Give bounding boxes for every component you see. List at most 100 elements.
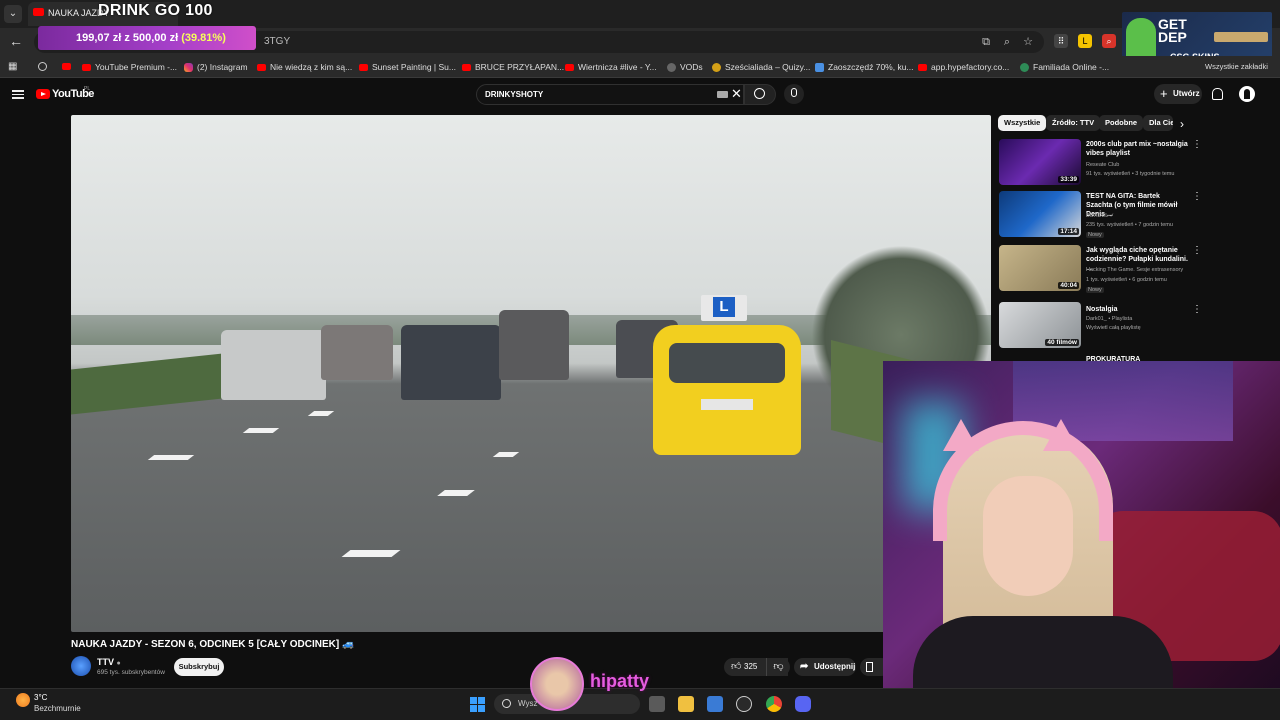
bookmark-item[interactable]: Wiertnicza #live - Y... xyxy=(565,60,657,74)
chip-source-ttv[interactable]: Źródło: TTV xyxy=(1046,115,1101,131)
extension-search-icon[interactable]: ⌕ xyxy=(1102,34,1116,48)
donation-separator: z xyxy=(124,32,130,44)
zoom-icon[interactable]: ⌕ xyxy=(1000,35,1014,49)
youtube-bookmark-icon[interactable] xyxy=(62,63,71,70)
dislike-button[interactable]: 👎︎ xyxy=(766,658,790,676)
recommendation-title[interactable]: Nostalgia xyxy=(1086,305,1188,314)
channel-name[interactable]: TTV ● xyxy=(97,657,121,667)
all-bookmarks-link[interactable]: Wszystkie zakładki xyxy=(1205,60,1268,74)
weather-temperature[interactable]: 3°C xyxy=(34,693,47,702)
donation-current: 199,07 zł xyxy=(76,32,122,44)
task-view-icon[interactable] xyxy=(649,696,665,712)
weather-description[interactable]: Bezchmurnie xyxy=(34,704,81,713)
chevron-right-icon[interactable]: › xyxy=(1180,117,1184,131)
windows-taskbar xyxy=(0,688,1280,720)
bookmark-item[interactable]: (2) Instagram xyxy=(184,60,248,74)
familiada-icon xyxy=(1020,63,1029,73)
bookmark-item[interactable]: Zaoszczędź 70%, ku... xyxy=(815,60,914,74)
recommendation-thumbnail[interactable]: 40 filmów xyxy=(999,302,1081,348)
lane-marking xyxy=(147,455,195,460)
bookmark-item[interactable]: Familiada Online -... xyxy=(1020,60,1109,74)
bookmark-item[interactable]: YouTube Premium -... xyxy=(82,60,177,74)
donation-goal: 500,00 zł xyxy=(132,32,179,44)
subscribe-button[interactable]: Subskrybuj xyxy=(174,658,224,676)
bookmark-item[interactable]: Sunset Painting | Su... xyxy=(359,60,456,74)
plus-icon: + xyxy=(1160,86,1168,101)
account-avatar[interactable] xyxy=(1239,86,1255,102)
url-text: 3TGY xyxy=(264,36,291,47)
lane-marking xyxy=(242,428,280,433)
donation-goal-bar: 199,07 zł z 500,00 zł (39.81%) xyxy=(38,26,256,50)
recommendation-thumbnail[interactable]: 17:14 xyxy=(999,191,1081,237)
chip-similar[interactable]: Podobne xyxy=(1099,115,1144,131)
back-arrow-icon[interactable]: ← xyxy=(8,33,24,49)
youtube-icon xyxy=(462,64,471,72)
install-app-icon[interactable]: ⧉ xyxy=(979,35,993,49)
recommendation-meta: 235 tys. wyświetleń • 7 godzin temu xyxy=(1086,222,1173,228)
file-explorer-icon[interactable] xyxy=(678,696,694,712)
youtube-icon xyxy=(918,64,927,72)
hamburger-menu-icon[interactable] xyxy=(12,88,24,100)
extension-l-icon[interactable]: L xyxy=(1078,34,1092,48)
thumbs-down-icon: 👎︎ xyxy=(773,661,784,672)
bookmark-item[interactable]: Sześcialiada – Quizy... xyxy=(712,60,810,74)
more-options-icon[interactable]: ⋮ xyxy=(1192,305,1202,315)
region-code: PL xyxy=(84,86,91,92)
keyboard-icon[interactable] xyxy=(717,91,728,98)
subscriber-count: 695 tys. subskrybentów xyxy=(97,669,165,676)
search-icon xyxy=(754,88,765,99)
extension-icon[interactable]: ⠿ xyxy=(1054,34,1068,48)
instagram-icon xyxy=(184,63,193,73)
youtube-icon xyxy=(257,64,266,72)
more-options-icon[interactable]: ⋮ xyxy=(1192,192,1202,202)
windows-start-icon[interactable] xyxy=(470,697,485,712)
more-options-icon[interactable]: ⋮ xyxy=(1192,140,1202,150)
bookmark-item[interactable]: BRUCE PRZYŁAPAN... xyxy=(462,60,564,74)
car-van xyxy=(499,310,569,380)
obs-icon[interactable] xyxy=(736,696,752,712)
lane-marking xyxy=(492,452,520,457)
recommendation-thumbnail[interactable]: 33:39 xyxy=(999,139,1081,185)
bookmark-star-icon[interactable]: ☆ xyxy=(1021,35,1035,49)
tab-search-button[interactable]: ⌄ xyxy=(4,5,22,23)
microphone-icon xyxy=(791,88,797,97)
youtube-icon xyxy=(33,8,44,16)
recommendation-channel[interactable]: Reseate Club xyxy=(1086,161,1119,169)
youtube-icon xyxy=(359,64,368,72)
channel-avatar[interactable] xyxy=(71,656,91,676)
recommendation-meta[interactable]: Wyświetl całą playlistę xyxy=(1086,324,1141,332)
recommendation-thumbnail[interactable]: 40:04 xyxy=(999,245,1081,291)
car-silver xyxy=(221,330,326,400)
car-rear-window xyxy=(669,343,785,383)
apps-grid-icon[interactable]: ▦ xyxy=(8,61,19,72)
clear-search-icon[interactable]: ✕ xyxy=(731,87,742,101)
youtube-icon xyxy=(565,64,574,72)
recommendation-title[interactable]: 2000s club part mix ~nostalgia vibes pla… xyxy=(1086,140,1188,158)
chip-all[interactable]: Wszystkie xyxy=(998,115,1047,131)
chrome-apps-icon[interactable] xyxy=(38,62,47,71)
weather-sun-icon[interactable] xyxy=(16,693,30,707)
bookmark-item[interactable]: Nie wiedzą z kim są... xyxy=(257,60,352,74)
bookmark-item[interactable]: app.hypefactory.co... xyxy=(918,60,1009,74)
more-options-icon[interactable]: ⋮ xyxy=(1192,246,1202,256)
share-button[interactable]: ➦ Udostępnij xyxy=(794,658,856,676)
recommendation-meta: 1 tys. wyświetleń • 6 godzin temu xyxy=(1086,277,1167,283)
store-icon[interactable] xyxy=(707,696,723,712)
search-input[interactable]: DRINKYSHOTY xyxy=(476,84,744,105)
lane-marking xyxy=(341,550,401,557)
recommendation-channel[interactable]: BOXDEL ✓ xyxy=(1086,212,1114,220)
youtube-logo-icon[interactable] xyxy=(36,89,50,99)
create-button[interactable]: + Utwórz xyxy=(1154,84,1202,104)
notifications-bell-icon[interactable] xyxy=(1212,88,1223,100)
chrome-icon[interactable] xyxy=(766,696,782,712)
licence-plate xyxy=(701,399,753,410)
car-grey xyxy=(321,325,393,380)
thumbs-up-icon: 👍︎ xyxy=(731,661,742,672)
chip-for-you[interactable]: Dla Ciebie xyxy=(1143,115,1173,131)
bookmark-item[interactable]: VODs xyxy=(667,60,703,74)
video-player[interactable]: L xyxy=(71,115,991,632)
discord-icon[interactable] xyxy=(795,696,811,712)
recommendation-channel[interactable]: Hacking The Game. Sesje extrasensory xyxy=(1086,266,1183,274)
streamer-name: hipatty xyxy=(590,671,650,691)
recommendation-channel[interactable]: Dark01_ • Playlista xyxy=(1086,315,1132,323)
